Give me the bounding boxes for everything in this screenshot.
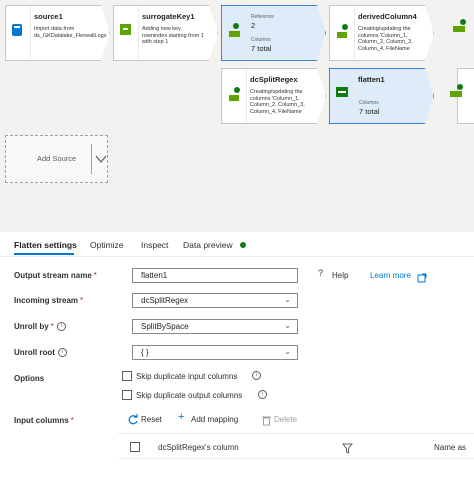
node-description: Import data from ds_GKDatalake_FlerwallL… (34, 26, 107, 39)
node-title: dcSplitRegex (250, 75, 298, 84)
derived-column-icon (330, 6, 355, 60)
add-mapping-button[interactable]: Add mapping (191, 415, 238, 424)
help-icon[interactable]: ? (318, 268, 323, 278)
help-link[interactable]: Help (332, 271, 348, 280)
add-icon[interactable]: + (178, 411, 184, 423)
reset-button[interactable]: Reset (141, 415, 162, 424)
unroll-by-select[interactable]: SplitBySpace ⌄ (132, 319, 298, 334)
node-flatten1[interactable]: flatten1 Columns 7 total (329, 68, 434, 124)
split-icon (222, 6, 247, 60)
divider (0, 256, 474, 257)
node-title: derivedColumn4 (358, 12, 417, 21)
status-dot (240, 242, 246, 248)
input-columns-label: Input columns * (14, 416, 74, 425)
node-description: Creating/updating the columns 'Column_1,… (358, 26, 413, 52)
info-icon: i (56, 322, 66, 331)
column-header-source: dcSplitRegex's column (158, 443, 239, 452)
columns-label: Columns (359, 100, 379, 106)
node-derivedColumn4[interactable]: derivedColumn4 Creating/updating the col… (329, 5, 434, 61)
derived-column-icon (222, 69, 247, 123)
add-source-button[interactable]: Add Source (5, 135, 108, 183)
external-link-icon[interactable] (417, 270, 427, 288)
incoming-stream-select[interactable]: dcSplitRegex ⌄ (132, 293, 298, 308)
chevron-down-icon (94, 152, 108, 171)
mapping-table-header: dcSplitRegex's column Name as (118, 433, 474, 459)
surrogate-key-icon (114, 6, 139, 60)
flatten-icon (330, 69, 355, 123)
delete-icon (262, 413, 271, 431)
node-split-reference[interactable]: Reference 2 Columns 7 total (221, 5, 326, 61)
node-surrogateKey1[interactable]: surrogateKey1 Adding new key rownindex s… (113, 5, 218, 61)
tab-data-preview[interactable]: Data preview (183, 240, 233, 250)
output-stream-input[interactable]: flatten1 (132, 268, 298, 283)
node-description: Creating/updating the columns 'Column_1,… (250, 89, 305, 115)
next-node-icon (440, 83, 468, 112)
skip-input-checkbox[interactable] (122, 371, 132, 381)
options-label: Options (14, 374, 45, 383)
skip-output-label: Skip duplicate output columns (136, 391, 243, 400)
node-title: source1 (34, 12, 63, 21)
tab-optimize[interactable]: Optimize (90, 240, 124, 250)
incoming-stream-label: Incoming stream * (14, 296, 84, 305)
tab-inspect[interactable]: Inspect (141, 240, 168, 250)
node-title: flatten1 (358, 75, 385, 84)
unroll-root-select[interactable]: { } ⌄ (132, 345, 298, 360)
unroll-root-label: Unroll root i (14, 348, 67, 357)
node-title: surrogateKey1 (142, 12, 195, 21)
columns-value: 7 total (251, 44, 272, 53)
delete-button: Delete (274, 415, 298, 424)
node-description: Adding new key rownindex starting from 1… (142, 26, 204, 46)
reset-icon[interactable] (127, 413, 139, 431)
columns-label: Columns (251, 37, 271, 43)
chevron-down-icon: ⌄ (284, 295, 291, 304)
node-source1[interactable]: source1 Import data from ds_GKDatalake_F… (5, 5, 110, 61)
info-icon: i (258, 390, 267, 399)
info-icon: i (57, 348, 67, 357)
chevron-down-icon: ⌄ (284, 347, 291, 356)
node-dcSplitRegex[interactable]: dcSplitRegex Creating/updating the colum… (221, 68, 326, 124)
skip-input-label: Skip duplicate input columns (136, 372, 238, 381)
active-tab-indicator (14, 253, 74, 255)
column-header-name-as: Name as (434, 443, 467, 452)
columns-value: 7 total (359, 107, 380, 116)
learn-more-link[interactable]: Learn more (370, 271, 411, 280)
add-source-label: Add Source (37, 154, 77, 163)
divider (91, 144, 92, 174)
filter-icon[interactable] (341, 441, 354, 459)
chevron-down-icon: ⌄ (284, 321, 291, 330)
source-icon (6, 6, 31, 60)
reference-label: Reference (251, 14, 275, 20)
unroll-by-label: Unroll by * i (14, 322, 66, 331)
next-node-icon (443, 18, 471, 47)
reference-value: 2 (251, 21, 256, 30)
skip-output-checkbox[interactable] (122, 390, 132, 400)
output-stream-label: Output stream name * (14, 271, 97, 280)
dataflow-canvas[interactable]: source1 Import data from ds_GKDatalake_F… (0, 0, 474, 232)
tab-flatten-settings[interactable]: Flatten settings (14, 240, 77, 250)
select-all-checkbox[interactable] (130, 442, 140, 452)
info-icon: i (252, 371, 261, 380)
